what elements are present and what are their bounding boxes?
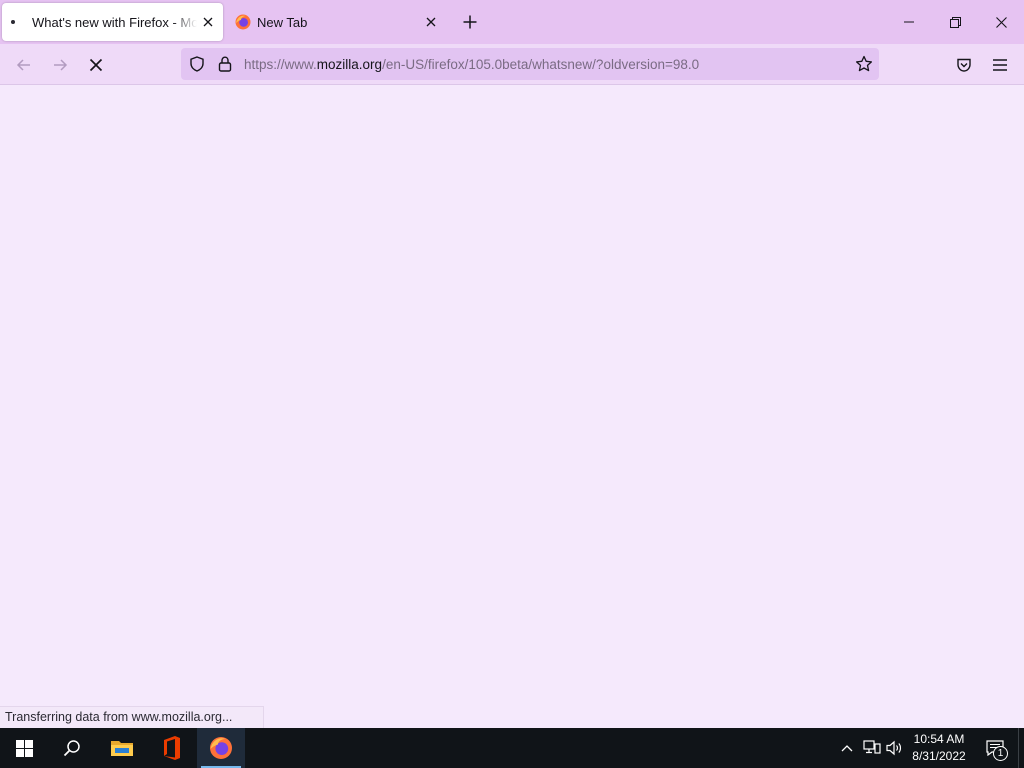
close-tab-icon[interactable]: [420, 11, 442, 33]
pocket-button[interactable]: [950, 50, 978, 80]
url-path: /en-US/firefox/105.0beta/whatsnew/?oldve…: [382, 56, 700, 72]
taskbar-office[interactable]: [148, 728, 196, 768]
clock-date: 8/31/2022: [912, 749, 966, 763]
notification-count-badge: 1: [993, 746, 1008, 761]
url-prefix: https://www.: [244, 56, 317, 72]
url-domain: mozilla.org: [316, 56, 383, 72]
minimize-icon: [904, 21, 914, 23]
show-desktop-button[interactable]: [1018, 728, 1024, 768]
file-explorer-icon: [111, 741, 133, 756]
stop-button[interactable]: [81, 50, 111, 80]
restore-button[interactable]: [932, 0, 978, 44]
address-bar[interactable]: https://www.mozilla.org/en-US/firefox/10…: [181, 48, 879, 80]
tab-new-tab[interactable]: New Tab: [226, 3, 446, 41]
url-text[interactable]: https://www.mozilla.org/en-US/firefox/10…: [244, 57, 879, 72]
tab-strip: What's new with Firefox - More New Tab: [0, 0, 1024, 44]
close-icon: [995, 16, 1007, 28]
volume-tray-button[interactable]: [884, 728, 906, 768]
tracking-protection-shield-icon[interactable]: [186, 53, 208, 75]
forward-arrow-icon: [54, 59, 68, 71]
taskbar-file-explorer[interactable]: [98, 728, 146, 768]
firefox-icon: [210, 737, 232, 759]
minimize-button[interactable]: [886, 0, 932, 44]
tab-title: New Tab: [257, 14, 308, 30]
lock-icon[interactable]: [214, 53, 236, 75]
bookmark-star-icon[interactable]: [853, 53, 875, 75]
pocket-icon: [957, 58, 971, 72]
hamburger-menu-icon: [993, 59, 1007, 71]
network-tray-button[interactable]: [860, 728, 884, 768]
show-hidden-icons-button[interactable]: [836, 728, 858, 768]
tab-whats-new[interactable]: What's new with Firefox - More: [2, 3, 223, 41]
status-panel: Transferring data from www.mozilla.org..…: [0, 706, 264, 728]
loading-dot-icon: [11, 20, 15, 24]
stop-icon: [89, 58, 103, 72]
taskbar: 10:54 AM 8/31/2022 1: [0, 728, 1024, 768]
application-menu-button[interactable]: [986, 50, 1014, 80]
network-icon: [863, 740, 881, 754]
restore-icon: [949, 16, 961, 28]
office-icon: [164, 736, 180, 760]
close-tab-icon[interactable]: [197, 11, 219, 33]
taskbar-search-button[interactable]: [48, 728, 96, 768]
search-icon: [63, 740, 80, 757]
close-window-button[interactable]: [978, 0, 1024, 44]
back-button[interactable]: [9, 50, 39, 80]
firefox-favicon-icon: [235, 14, 251, 30]
page-content: Transferring data from www.mozilla.org..…: [0, 86, 1024, 728]
taskbar-clock[interactable]: 10:54 AM 8/31/2022: [908, 731, 970, 765]
new-tab-button[interactable]: [456, 8, 484, 36]
action-center-button[interactable]: 1: [980, 728, 1010, 768]
tab-title: What's new with Firefox - More: [32, 14, 197, 30]
windows-start-icon: [15, 739, 33, 757]
back-arrow-icon: [16, 59, 30, 71]
navigation-toolbar: https://www.mozilla.org/en-US/firefox/10…: [0, 44, 1024, 85]
volume-icon: [886, 740, 902, 756]
start-button[interactable]: [0, 728, 48, 768]
taskbar-firefox[interactable]: [197, 728, 245, 768]
plus-icon: [463, 15, 477, 29]
forward-button[interactable]: [45, 50, 75, 80]
chevron-up-icon: [841, 745, 853, 752]
clock-time: 10:54 AM: [913, 732, 965, 746]
